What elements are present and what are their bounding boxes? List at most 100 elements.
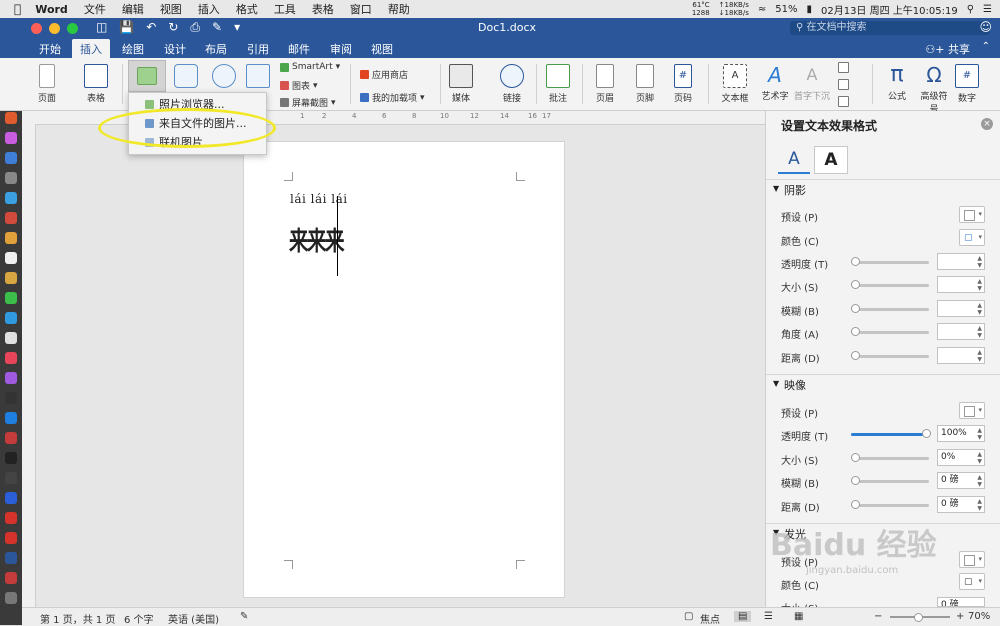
object-button[interactable]: [838, 96, 849, 107]
reflection-preset-button[interactable]: ▾: [959, 402, 985, 419]
zoom-level[interactable]: 70%: [968, 611, 990, 622]
app-icon[interactable]: [5, 172, 17, 184]
shadow-distance-slider[interactable]: [851, 351, 929, 360]
wifi-icon[interactable]: ≈: [758, 4, 766, 15]
app-icon[interactable]: [5, 232, 17, 244]
reflection-size-slider[interactable]: [851, 453, 929, 462]
apple-icon[interactable]: : [0, 2, 27, 16]
reflection-section-header[interactable]: ▼ 映像: [766, 374, 1000, 393]
wordart-button[interactable]: A 艺术字: [758, 60, 792, 102]
print-icon[interactable]: ⎙: [190, 20, 200, 35]
zoom-slider[interactable]: [890, 613, 950, 622]
save-icon[interactable]: 💾: [119, 20, 134, 35]
wechat-icon[interactable]: [5, 292, 17, 304]
tab-review[interactable]: 审阅: [330, 41, 352, 57]
document-text[interactable]: 来来来: [289, 221, 345, 258]
shadow-preset-button[interactable]: ▾: [959, 206, 985, 223]
menu-tools[interactable]: 工具: [266, 1, 304, 17]
media-button[interactable]: 媒体: [446, 60, 476, 104]
phonetic-guide-text[interactable]: lái lái lái: [290, 192, 348, 206]
reflection-transparency-slider[interactable]: [851, 429, 931, 438]
redo-icon[interactable]: ↻: [168, 20, 178, 35]
undo-icon[interactable]: ↶: [146, 20, 156, 35]
menu-table[interactable]: 表格: [304, 1, 342, 17]
collapse-ribbon-icon[interactable]: ⌃: [982, 41, 990, 52]
app-icon[interactable]: [5, 572, 17, 584]
menu-app-name[interactable]: Word: [27, 3, 76, 16]
menu-file[interactable]: 文件: [76, 1, 114, 17]
zoom-in-icon[interactable]: +: [956, 611, 964, 622]
print-layout-icon[interactable]: ▤: [734, 611, 752, 622]
app-icon[interactable]: [5, 472, 17, 484]
page-number-button[interactable]: # 页码: [668, 60, 698, 104]
word-icon[interactable]: [5, 552, 17, 564]
spotlight-icon[interactable]: ⚲: [967, 4, 974, 15]
app-icon[interactable]: [5, 512, 17, 524]
shadow-size-slider[interactable]: [851, 280, 929, 289]
document-page[interactable]: [243, 141, 565, 598]
zoom-out-icon[interactable]: −: [874, 611, 882, 622]
glow-preset-button[interactable]: ▾: [959, 551, 985, 568]
app-icon[interactable]: [5, 132, 17, 144]
date-time-button[interactable]: [838, 79, 849, 90]
proofing-icon[interactable]: ✎: [240, 611, 248, 622]
vertical-ruler[interactable]: [22, 124, 36, 607]
header-button[interactable]: 页眉: [590, 60, 620, 104]
footer-button[interactable]: 页脚: [630, 60, 660, 104]
close-window-button[interactable]: [31, 23, 42, 34]
link-button[interactable]: 链接: [497, 60, 527, 104]
chrome-icon[interactable]: [5, 112, 17, 124]
app-icon[interactable]: [5, 192, 17, 204]
textbox-button[interactable]: A 文本框: [718, 60, 752, 104]
web-layout-icon[interactable]: ☰: [764, 611, 773, 622]
tab-references[interactable]: 引用: [247, 41, 269, 57]
language[interactable]: 英语 (美国): [168, 611, 219, 626]
menu-format[interactable]: 格式: [228, 1, 266, 17]
customize-icon[interactable]: ✎: [212, 20, 222, 35]
tab-text-effects[interactable]: A: [814, 146, 848, 174]
share-button[interactable]: ⚇+ 共享: [925, 41, 970, 57]
pictures-button[interactable]: [128, 60, 166, 92]
advanced-symbol-button[interactable]: Ω 高级符号: [920, 60, 948, 115]
app-icon[interactable]: [5, 432, 17, 444]
my-addins-button[interactable]: 我的加载项 ▾: [360, 91, 425, 104]
terminal-icon[interactable]: [5, 452, 17, 464]
control-center-icon[interactable]: ☰: [983, 4, 992, 15]
shadow-transparency-input[interactable]: ▲ ▼: [937, 253, 985, 270]
reflection-blur-slider[interactable]: [851, 476, 929, 485]
glow-size-input[interactable]: 0 磅: [937, 597, 985, 607]
shadow-size-input[interactable]: ▲ ▼: [937, 276, 985, 293]
shadow-distance-input[interactable]: ▲ ▼: [937, 347, 985, 364]
safari-icon[interactable]: [5, 152, 17, 164]
zoom-window-button[interactable]: [67, 23, 78, 34]
tab-insert[interactable]: 插入: [72, 39, 110, 58]
tv-icon[interactable]: [5, 392, 17, 404]
smiley-feedback-icon[interactable]: ☺: [979, 20, 992, 34]
screenshot-button[interactable]: 屏幕截图 ▾: [280, 96, 336, 109]
app-icon[interactable]: [5, 332, 17, 344]
menu-window[interactable]: 窗口: [342, 1, 380, 17]
close-icon[interactable]: ×: [981, 118, 993, 130]
focus-label[interactable]: 焦点: [700, 611, 720, 626]
trash-icon[interactable]: [5, 592, 17, 604]
shadow-blur-input[interactable]: ▲ ▼: [937, 300, 985, 317]
tab-view[interactable]: 视图: [371, 41, 393, 57]
tab-text-fill[interactable]: A: [778, 146, 810, 174]
outline-icon[interactable]: ▦: [794, 611, 803, 622]
tab-layout[interactable]: 布局: [205, 41, 227, 57]
glow-color-button[interactable]: ▢ ▾: [959, 573, 985, 590]
chart-button[interactable]: 图表 ▾: [280, 79, 318, 92]
minimize-window-button[interactable]: [49, 23, 60, 34]
menu-help[interactable]: 帮助: [380, 1, 418, 17]
shadow-color-button[interactable]: ▢ ▾: [959, 229, 985, 246]
app-icon[interactable]: [5, 252, 17, 264]
shadow-section-header[interactable]: ▼ 阴影: [766, 179, 1000, 198]
shapes-button[interactable]: [172, 60, 200, 91]
tab-draw[interactable]: 绘图: [122, 41, 144, 57]
more-icon[interactable]: ▾: [234, 20, 240, 35]
clock[interactable]: 02月13日 周四 上午10:05:19: [821, 2, 958, 17]
battery-icon[interactable]: ▮: [806, 4, 812, 15]
word-count[interactable]: 6 个字: [124, 611, 154, 626]
tab-design[interactable]: 设计: [164, 41, 186, 57]
calendar-icon[interactable]: [5, 212, 17, 224]
